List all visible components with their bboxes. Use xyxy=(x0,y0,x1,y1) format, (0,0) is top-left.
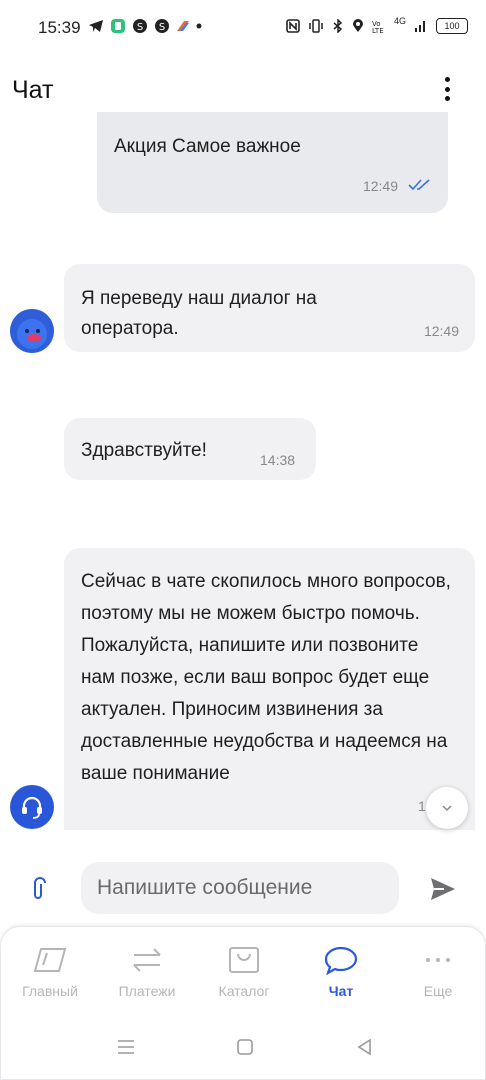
app-color-icon xyxy=(177,21,189,31)
dot-icon xyxy=(444,96,450,101)
message-time: 12:49 xyxy=(423,323,459,339)
nav-item-more[interactable]: Еще xyxy=(398,945,478,999)
nav-item-chat[interactable]: Чат xyxy=(301,945,381,999)
nav-label: Каталог xyxy=(218,983,270,999)
message-input[interactable] xyxy=(81,862,399,914)
message-bubble-bot[interactable]: Я переведу наш диалог на оператора. 12:4… xyxy=(64,264,475,352)
svg-text:S: S xyxy=(159,22,165,33)
scroll-down-button[interactable] xyxy=(426,787,468,829)
dot-icon xyxy=(444,77,450,82)
location-icon xyxy=(352,19,363,32)
dot-icon xyxy=(196,23,202,29)
network-type: 4G xyxy=(393,16,406,26)
send-icon[interactable] xyxy=(428,875,458,903)
home-icon[interactable] xyxy=(235,1037,255,1057)
nav-label: Чат xyxy=(328,983,354,999)
bottom-navigation: Главный Платежи Каталог Чат Еще xyxy=(0,926,486,1080)
notification-icons: S S xyxy=(88,18,202,34)
app-notification-icon xyxy=(111,19,125,33)
shopping-bag-icon xyxy=(229,947,259,973)
bot-mascot-icon xyxy=(10,309,54,353)
back-icon[interactable] xyxy=(355,1037,375,1057)
status-bar: 15:39 S S Vo LTE 4G 100 xyxy=(0,0,486,56)
s-app-icon-2: S xyxy=(155,19,169,33)
nav-label: Главный xyxy=(22,983,78,999)
system-status: Vo LTE 4G 100 xyxy=(286,16,468,34)
chat-bubble-icon xyxy=(324,946,358,975)
operator-avatar xyxy=(10,785,54,829)
card-icon xyxy=(33,948,67,972)
headset-icon xyxy=(22,796,42,819)
vibrate-icon xyxy=(309,19,323,33)
message-text: Я переведу наш диалог на оператора. xyxy=(81,288,317,339)
nav-item-payments[interactable]: Платежи xyxy=(107,945,187,999)
message-time: 1 xyxy=(418,798,426,814)
battery-icon: 100 xyxy=(436,18,468,34)
telegram-icon xyxy=(89,20,103,32)
message-time: 12:49 xyxy=(362,178,398,194)
nav-item-main[interactable]: Главный xyxy=(10,945,90,999)
volte-icon: VoLTE xyxy=(372,20,384,33)
bluetooth-icon xyxy=(333,19,343,33)
message-text: Здравствуйте! xyxy=(81,440,207,461)
nfc-icon xyxy=(286,19,300,33)
paperclip-icon[interactable] xyxy=(26,876,54,904)
dot-icon xyxy=(444,86,450,92)
transfer-arrows-icon xyxy=(133,948,161,972)
message-text: Сейчас в чате скопилось много вопросов, … xyxy=(81,571,451,784)
nav-label: Платежи xyxy=(118,983,176,999)
message-bubble-outgoing[interactable]: Акция Самое важное 12:49 xyxy=(97,112,448,213)
recents-icon[interactable] xyxy=(115,1037,137,1057)
more-menu-button[interactable] xyxy=(435,74,459,104)
message-text: Акция Самое важное xyxy=(114,136,301,157)
message-bubble-operator[interactable]: Здравствуйте! 14:38 xyxy=(64,418,316,480)
nav-item-catalog[interactable]: Каталог xyxy=(204,945,284,999)
bot-avatar xyxy=(10,309,54,353)
status-time: 15:39 xyxy=(38,18,81,37)
signal-icon xyxy=(415,21,425,32)
message-time: 14:38 xyxy=(260,452,296,468)
svg-text:S: S xyxy=(137,22,143,33)
more-dots-icon xyxy=(426,958,450,962)
svg-text:LTE: LTE xyxy=(372,27,384,33)
s-app-icon: S xyxy=(133,19,147,33)
page-title: Чат xyxy=(12,76,54,104)
chevron-down-icon xyxy=(442,805,452,812)
nav-label: Еще xyxy=(423,983,453,999)
double-check-icon xyxy=(408,179,430,191)
message-bubble-operator[interactable]: Сейчас в чате скопилось много вопросов, … xyxy=(64,548,475,830)
